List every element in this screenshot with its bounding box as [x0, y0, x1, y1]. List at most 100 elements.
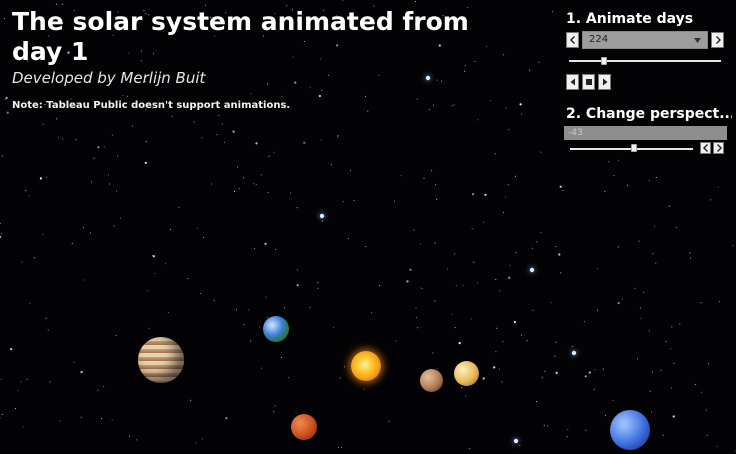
- star: [47, 329, 49, 331]
- play-button[interactable]: [598, 74, 611, 90]
- next-day-button[interactable]: [711, 32, 724, 48]
- star: [213, 300, 215, 301]
- star: [91, 181, 93, 183]
- star: [613, 175, 615, 176]
- star: [547, 425, 549, 427]
- star: [232, 130, 235, 133]
- star: [6, 111, 9, 114]
- star: [670, 387, 672, 389]
- star: [333, 326, 334, 328]
- perspective-prev-button[interactable]: [700, 142, 711, 154]
- star: [462, 284, 464, 286]
- star: [223, 142, 225, 143]
- star: [519, 444, 521, 446]
- venus-planet[interactable]: [454, 361, 479, 386]
- star: [71, 243, 73, 245]
- day-slider-track[interactable]: [569, 60, 721, 62]
- star: [436, 368, 438, 370]
- star: [541, 376, 543, 378]
- star: [107, 174, 109, 176]
- star: [434, 300, 436, 302]
- star: [254, 248, 255, 250]
- star: [585, 429, 587, 431]
- star: [654, 225, 656, 227]
- star: [604, 190, 606, 192]
- perspective-next-button[interactable]: [713, 142, 724, 154]
- star: [45, 317, 47, 319]
- neptune-planet[interactable]: [610, 410, 650, 450]
- star: [519, 103, 522, 106]
- star: [648, 180, 650, 182]
- stop-button[interactable]: [582, 74, 595, 90]
- prev-day-button[interactable]: [566, 32, 579, 48]
- star: [583, 321, 585, 323]
- sun[interactable]: [351, 351, 381, 381]
- star: [550, 302, 552, 304]
- star: [515, 252, 517, 253]
- star: [679, 323, 681, 325]
- star: [454, 253, 456, 255]
- star: [42, 123, 44, 125]
- perspective-value-field[interactable]: -43: [564, 126, 727, 140]
- star: [129, 436, 131, 437]
- star: [520, 113, 522, 115]
- bright-star: [513, 438, 519, 444]
- day-slider-thumb[interactable]: [600, 57, 607, 65]
- star: [0, 378, 2, 380]
- star: [4, 99, 6, 101]
- star: [638, 240, 640, 242]
- star: [80, 372, 82, 374]
- star: [250, 93, 252, 95]
- star: [543, 424, 545, 426]
- star: [470, 318, 472, 320]
- star: [274, 405, 276, 407]
- star: [303, 141, 306, 144]
- star: [165, 263, 166, 265]
- star: [167, 312, 169, 314]
- star: [28, 195, 30, 196]
- star: [594, 369, 596, 371]
- star: [705, 409, 707, 411]
- jupiter-planet[interactable]: [138, 337, 184, 383]
- star: [400, 175, 402, 177]
- star: [5, 96, 8, 99]
- mercury-planet[interactable]: [420, 369, 443, 392]
- star: [20, 381, 22, 383]
- star: [378, 74, 380, 76]
- star: [588, 371, 591, 374]
- day-dropdown[interactable]: 224: [582, 31, 708, 49]
- star: [482, 377, 485, 380]
- star: [639, 307, 641, 309]
- star: [710, 199, 712, 201]
- star: [640, 318, 642, 319]
- star: [34, 257, 36, 259]
- star: [621, 298, 623, 300]
- star: [665, 341, 667, 343]
- star: [554, 355, 556, 357]
- star: [695, 383, 697, 385]
- star: [544, 370, 546, 372]
- star: [144, 161, 147, 164]
- star: [273, 151, 275, 153]
- star: [255, 142, 258, 145]
- star: [61, 3, 63, 5]
- star: [113, 225, 115, 227]
- star: [627, 184, 629, 186]
- earth-planet[interactable]: [263, 316, 289, 342]
- star: [136, 439, 138, 441]
- star: [265, 296, 267, 298]
- star: [597, 309, 598, 311]
- star: [56, 118, 58, 120]
- star: [341, 446, 342, 448]
- star: [508, 129, 510, 131]
- star: [73, 361, 75, 363]
- play-backward-button[interactable]: [566, 74, 579, 90]
- star: [483, 221, 485, 223]
- mars-planet[interactable]: [291, 414, 317, 440]
- star: [468, 448, 470, 450]
- star: [493, 366, 496, 369]
- perspective-slider-thumb[interactable]: [630, 144, 637, 152]
- star: [42, 233, 44, 235]
- star: [428, 109, 430, 111]
- star: [558, 253, 561, 256]
